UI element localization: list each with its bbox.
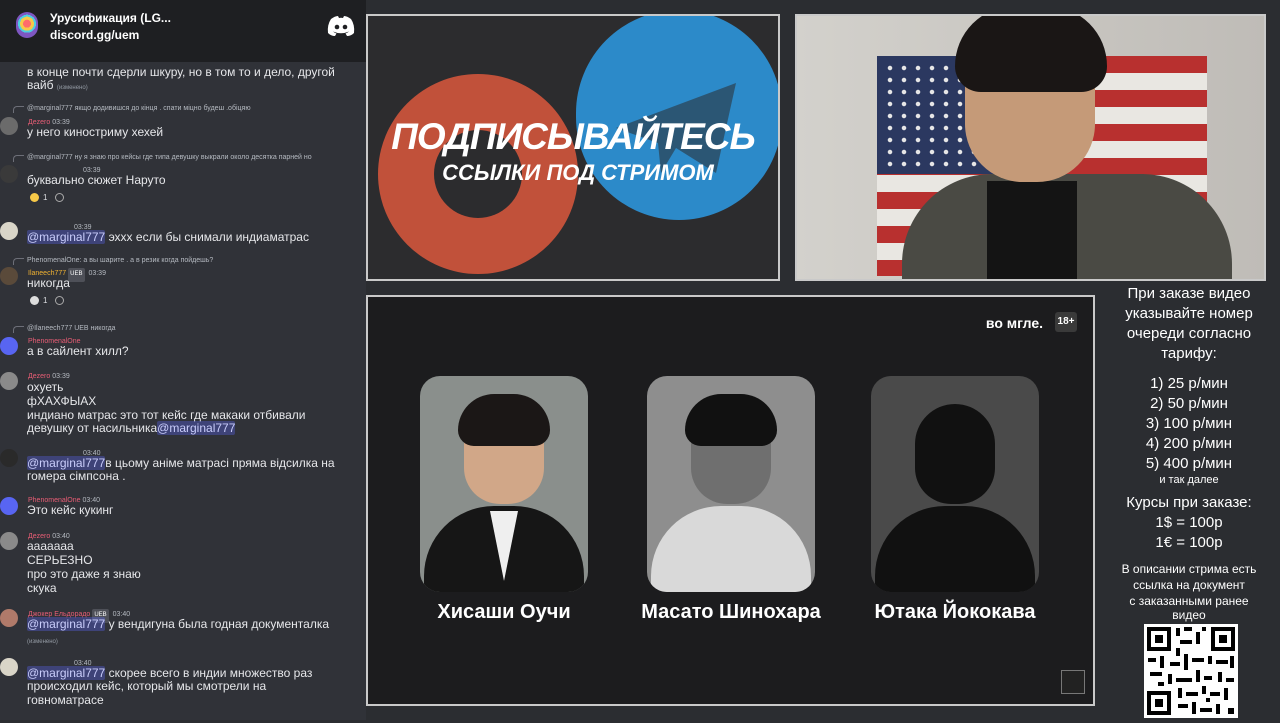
rate-item: 2) 50 р/мин [1150, 395, 1228, 412]
person-silhouette [871, 376, 1039, 592]
user-mention[interactable]: @marginal777 [27, 230, 106, 244]
person-name-1: Хисаши Оучи [437, 601, 571, 623]
rate-item: 4) 200 р/мин [1145, 435, 1233, 452]
reply-preview[interactable]: PhenomenalOne: а вы шарите . а в резик к… [12, 254, 213, 268]
avatar[interactable] [0, 117, 18, 135]
message-text: гомера сімпсона . [27, 469, 126, 483]
subscribe-banner: ПОДПИСЫВАЙТЕСЬ ССЫЛКИ ПОД СТРИМОМ [366, 14, 780, 281]
rate-item: 1) 25 р/мин [1150, 375, 1228, 392]
streamer-hair [955, 16, 1107, 92]
person-torso [651, 506, 811, 592]
message-text: говноматрасе [27, 693, 104, 707]
corner-logo-icon [1061, 670, 1085, 694]
avatar[interactable] [0, 267, 18, 285]
message-text: фХАХФЫАХ [27, 394, 97, 408]
info-heading-line: При заказе видео [1127, 285, 1251, 302]
reply-preview[interactable]: @marginal777 ну я знаю про кейсы где тип… [13, 151, 312, 165]
description-line: ссылка на документ [1133, 578, 1245, 592]
server-header: Урусификация (LG... discord.gg/uem [0, 0, 366, 62]
message-text: @marginal777 эхxx если бы снимали индиам… [27, 230, 309, 244]
message-text: в конце почти сдерли шкуру, но в том то … [27, 65, 335, 79]
avatar[interactable] [0, 532, 18, 550]
message-text: буквально сюжет Наруто [27, 173, 166, 187]
reply-preview[interactable]: @marginal777 якщо додивишся до кінця . с… [13, 102, 251, 116]
info-heading-line: указывайте номер [1125, 305, 1253, 322]
avatar[interactable] [0, 609, 18, 627]
info-heading-line: тарифу: [1161, 345, 1217, 362]
person-photo-1 [420, 376, 588, 592]
message-text: ааааааа [27, 539, 74, 553]
message-text: никогда [27, 276, 70, 290]
description-line: видео [1172, 608, 1206, 622]
discord-logo-icon [327, 16, 355, 36]
avatar[interactable] [0, 372, 18, 390]
message-text: а в сайлент хилл? [27, 344, 129, 358]
reaction-chip[interactable]: 1 [30, 191, 65, 205]
subscribe-subtitle: ССЫЛКИ ПОД СТРИМОМ [442, 160, 714, 185]
avatar[interactable] [0, 658, 18, 676]
avatar-discord-icon[interactable] [0, 497, 18, 515]
currency-rate: 1€ = 100р [1155, 534, 1223, 551]
description-note: В описании стрима есть ссылка на докумен… [1098, 561, 1280, 621]
person-hair [685, 394, 777, 446]
avatar[interactable] [0, 449, 18, 467]
qr-code-icon [1144, 624, 1238, 718]
avatar[interactable] [0, 222, 18, 240]
channel-watermark: во мгле. [985, 315, 1043, 331]
server-invite-link[interactable]: discord.gg/uem [50, 28, 139, 42]
webcam-feed [795, 14, 1266, 281]
subscribe-title: ПОДПИСЫВАЙТЕСЬ [391, 116, 755, 157]
message-text: про это даже я знаю [27, 567, 141, 581]
server-logo-icon [16, 12, 38, 38]
server-name: Урусификация (LG... [50, 11, 171, 25]
message-text: скука [27, 581, 57, 595]
user-mention[interactable]: @marginal777 [27, 456, 106, 470]
currency-heading: Курсы при заказе: [1126, 494, 1252, 511]
reply-preview[interactable]: @Ilaneech777 UEB никогда [13, 322, 116, 336]
info-heading-line: очереди согласно [1126, 325, 1252, 342]
person-hair [458, 394, 550, 446]
silhouette-torso [875, 506, 1035, 592]
user-mention[interactable]: @marginal777 [157, 421, 236, 435]
person-name-3: Ютака Йококава [874, 601, 1036, 623]
message-text: охуеть [27, 380, 64, 394]
message-text: Это кейс кукинг [27, 503, 114, 517]
emoji-icon [30, 296, 39, 306]
user-mention[interactable]: @marginal777 [27, 617, 106, 631]
person-name-2: Масато Шинохара [641, 601, 821, 623]
message-text: происходил кейс, который мы смотрели на [27, 679, 267, 693]
description-line: с заказанными ранее [1129, 594, 1249, 608]
message-text: у него киностриму хехей [27, 125, 164, 139]
message-edited: (изменено) [27, 639, 58, 645]
streamer-shirt [987, 181, 1077, 279]
message-text: вайб (изменено) [27, 78, 88, 92]
video-player[interactable]: во мгле. 18+ Хисаши Оучи Масато Шинохара… [366, 295, 1095, 706]
rate-more: и так далее [1159, 474, 1219, 486]
message-text: СЕРЬЕЗНО [27, 553, 93, 567]
rate-item: 5) 400 р/мин [1145, 455, 1233, 472]
currency-rate: 1$ = 100р [1155, 514, 1223, 531]
age-rating-badge: 18+ [1055, 312, 1077, 332]
add-reaction-icon[interactable] [55, 193, 65, 203]
description-line: В описании стрима есть [1121, 562, 1257, 576]
rate-list: 1) 25 р/мин 2) 50 р/мин 3) 100 р/мин 4) … [1098, 374, 1280, 487]
user-mention[interactable]: @marginal777 [27, 666, 106, 680]
message-text: девушку от насильника@marginal777 [27, 421, 236, 435]
avatar-discord-icon[interactable] [0, 337, 18, 355]
chat-overlay: Урусификация (LG... discord.gg/uem в кон… [0, 0, 366, 720]
add-reaction-icon[interactable] [55, 296, 65, 306]
message-text: @marginal777 у вендигуна была годная док… [27, 617, 330, 631]
avatar[interactable] [0, 165, 18, 183]
person-photo-2 [647, 376, 815, 592]
silhouette-head [915, 404, 995, 504]
reaction-chip[interactable]: 1 [30, 294, 65, 308]
rate-item: 3) 100 р/мин [1145, 415, 1233, 432]
qr-code[interactable] [1144, 624, 1238, 718]
emoji-icon [30, 193, 39, 203]
